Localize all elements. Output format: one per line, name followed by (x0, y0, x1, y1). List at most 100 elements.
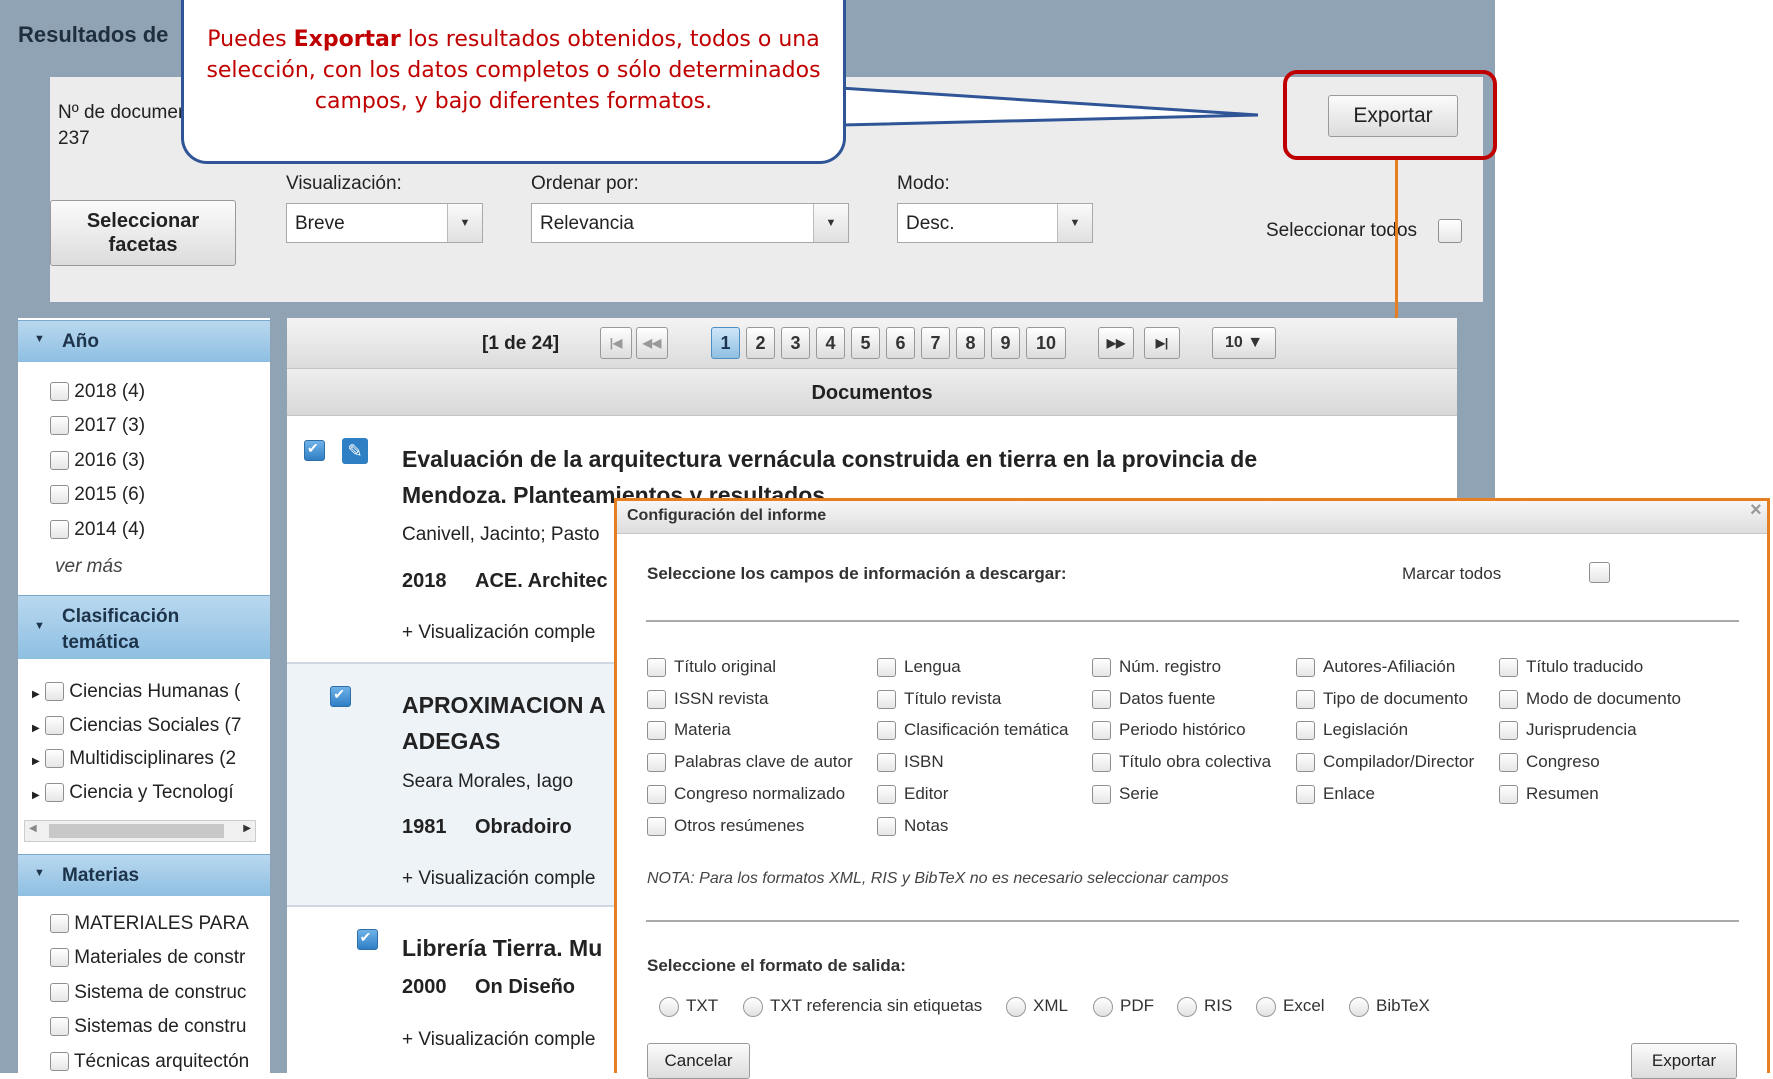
facet-item[interactable]: Sistemas de constru (50, 1016, 246, 1038)
page-button-10[interactable]: 10 (1026, 327, 1066, 359)
field-option[interactable]: Serie (1092, 784, 1159, 805)
field-option[interactable]: Compilador/Director (1296, 752, 1474, 773)
checkbox[interactable] (1296, 690, 1315, 710)
scrollbar-thumb[interactable] (49, 824, 224, 838)
page-button-3[interactable]: 3 (781, 327, 810, 359)
scroll-left-icon[interactable]: ◀ (29, 823, 37, 834)
first-page-button[interactable]: |◀ (600, 327, 632, 359)
checkbox[interactable] (1092, 785, 1111, 805)
caret-right-icon[interactable]: ▶ (32, 790, 40, 801)
field-option[interactable]: Título traducido (1499, 657, 1643, 678)
radio[interactable] (1256, 996, 1276, 1017)
checkbox[interactable] (647, 721, 666, 741)
field-option[interactable]: Título obra colectiva (1092, 752, 1271, 773)
checkbox[interactable] (50, 451, 69, 471)
checkbox[interactable] (877, 817, 896, 837)
field-option[interactable]: Título original (647, 657, 776, 678)
page-button-8[interactable]: 8 (956, 327, 985, 359)
field-option[interactable]: Resumen (1499, 784, 1599, 805)
prev-page-button[interactable]: ◀◀ (636, 327, 668, 359)
facet-item[interactable]: 2017 (3) (50, 415, 145, 437)
checkbox[interactable] (877, 658, 896, 678)
result-more-link[interactable]: + Visualización comple (402, 1029, 595, 1051)
format-option-bibtex[interactable]: BibTeX (1349, 996, 1430, 1017)
checkbox[interactable] (50, 1017, 69, 1037)
format-option-txt[interactable]: TXT (659, 996, 718, 1017)
facet-tree-item[interactable]: ▶ Ciencias Humanas ( (32, 681, 240, 703)
checkbox[interactable] (877, 690, 896, 710)
last-page-button[interactable]: ▶| (1144, 327, 1180, 359)
page-button-7[interactable]: 7 (921, 327, 950, 359)
checkbox[interactable] (877, 753, 896, 773)
facet-item[interactable]: Técnicas arquitectón (50, 1051, 249, 1073)
horizontal-scrollbar[interactable]: ◀ ▶ (24, 820, 256, 842)
checkbox[interactable] (44, 783, 64, 803)
checkbox[interactable] (1296, 721, 1315, 741)
facet-item[interactable]: Materiales de constr (50, 947, 245, 969)
result-title[interactable]: ADEGAS (402, 728, 500, 755)
result-title[interactable]: APROXIMACION A (402, 692, 606, 719)
radio[interactable] (1093, 996, 1113, 1017)
checkbox[interactable] (50, 914, 69, 934)
field-option[interactable]: ISBN (877, 752, 944, 773)
checkbox[interactable] (1296, 658, 1315, 678)
checkbox[interactable] (50, 948, 69, 968)
dialog-export-button[interactable]: Exportar (1631, 1043, 1737, 1079)
facet-item[interactable]: 2015 (6) (50, 484, 145, 506)
checkbox[interactable] (1499, 721, 1518, 741)
facet-tree-item[interactable]: ▶ Ciencia y Tecnologí (32, 782, 234, 804)
field-option[interactable]: Tipo de documento (1296, 689, 1468, 710)
radio[interactable] (743, 996, 763, 1017)
format-option-pdf[interactable]: PDF (1093, 996, 1154, 1017)
field-option[interactable]: Congreso (1499, 752, 1600, 773)
field-option[interactable]: Otros resúmenes (647, 816, 804, 837)
result-checkbox[interactable] (304, 440, 325, 462)
edit-icon[interactable]: ✎ (342, 438, 368, 464)
field-option[interactable]: Datos fuente (1092, 689, 1215, 710)
field-option[interactable]: Clasificación temática (877, 720, 1068, 741)
facet-item[interactable]: 2018 (4) (50, 381, 145, 403)
checkbox[interactable] (1092, 658, 1111, 678)
result-more-link[interactable]: + Visualización comple (402, 868, 595, 890)
caret-right-icon[interactable]: ▶ (32, 723, 40, 734)
facet-tree-item[interactable]: ▶ Ciencias Sociales (7 (32, 715, 241, 737)
radio[interactable] (1177, 996, 1197, 1017)
checkbox[interactable] (1499, 658, 1518, 678)
mark-all-checkbox[interactable] (1589, 562, 1610, 583)
field-option[interactable]: Editor (877, 784, 948, 805)
facet-item[interactable]: MATERIALES PARA (50, 913, 249, 935)
page-button-4[interactable]: 4 (816, 327, 845, 359)
checkbox[interactable] (647, 817, 666, 837)
result-more-link[interactable]: + Visualización comple (402, 622, 595, 644)
facet-item[interactable]: Sistema de construc (50, 982, 246, 1004)
checkbox[interactable] (1296, 753, 1315, 773)
field-option[interactable]: Título revista (877, 689, 1001, 710)
field-option[interactable]: Materia (647, 720, 731, 741)
checkbox[interactable] (647, 658, 666, 678)
page-button-5[interactable]: 5 (851, 327, 880, 359)
checkbox[interactable] (50, 1052, 69, 1072)
field-option[interactable]: Periodo histórico (1092, 720, 1246, 741)
result-checkbox[interactable] (356, 929, 378, 951)
page-button-2[interactable]: 2 (746, 327, 775, 359)
field-option[interactable]: Enlace (1296, 784, 1375, 805)
checkbox[interactable] (50, 382, 69, 402)
field-option[interactable]: Jurisprudencia (1499, 720, 1637, 741)
per-page-select[interactable]: 10 ▼ (1212, 327, 1276, 359)
checkbox[interactable] (50, 983, 69, 1003)
page-button-9[interactable]: 9 (991, 327, 1020, 359)
field-option[interactable]: Núm. registro (1092, 657, 1221, 678)
field-option[interactable]: Autores-Afiliación (1296, 657, 1455, 678)
checkbox[interactable] (44, 682, 64, 702)
facet-header-year[interactable]: ▼ Año (18, 320, 270, 362)
facet-more-link[interactable]: ver más (55, 556, 123, 578)
checkbox[interactable] (1092, 753, 1111, 773)
checkbox[interactable] (877, 785, 896, 805)
format-option-excel[interactable]: Excel (1256, 996, 1325, 1017)
next-page-button[interactable]: ▶▶ (1098, 327, 1134, 359)
radio[interactable] (1006, 996, 1026, 1017)
checkbox[interactable] (44, 749, 64, 769)
checkbox[interactable] (647, 785, 666, 805)
facet-tree-item[interactable]: ▶ Multidisciplinares (2 (32, 748, 236, 770)
facet-item[interactable]: 2014 (4) (50, 519, 145, 541)
